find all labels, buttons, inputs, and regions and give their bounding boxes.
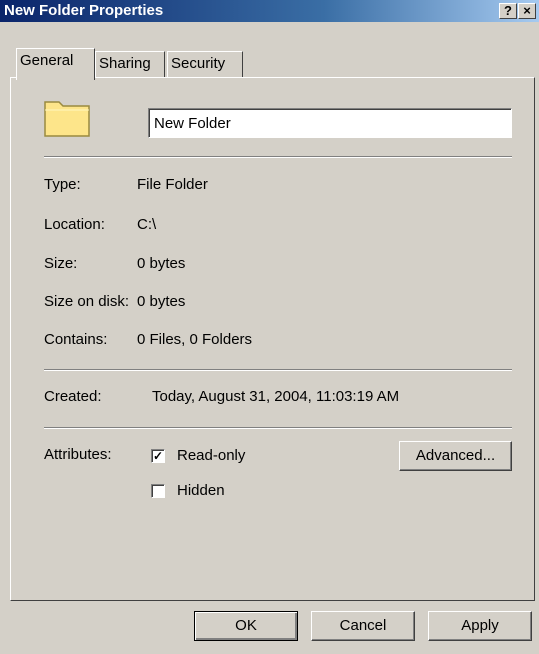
size-on-disk-label: Size on disk: [44, 293, 130, 310]
type-label: Type: [44, 176, 81, 193]
size-on-disk-value: 0 bytes [137, 293, 186, 310]
close-button[interactable]: × [518, 3, 536, 19]
tab-general[interactable]: General [16, 48, 95, 80]
created-label: Created: [44, 388, 102, 405]
cancel-button[interactable]: Cancel [311, 611, 415, 641]
divider [44, 369, 512, 371]
divider [44, 427, 512, 429]
advanced-button[interactable]: Advanced... [399, 441, 512, 471]
size-label: Size: [44, 255, 78, 272]
tab-security[interactable]: Security [167, 51, 243, 77]
type-value: File Folder [137, 176, 208, 193]
window-title: New Folder Properties [4, 2, 164, 19]
divider [44, 156, 512, 158]
help-button[interactable]: ? [499, 3, 517, 19]
readonly-label[interactable]: Read-only [177, 447, 245, 465]
location-value: C:\ [137, 216, 157, 233]
apply-button[interactable]: Apply [428, 611, 532, 641]
ok-button[interactable]: OK [194, 611, 298, 641]
folder-name-input[interactable] [150, 110, 508, 136]
hidden-checkbox[interactable] [151, 484, 165, 498]
contains-value: 0 Files, 0 Folders [137, 331, 253, 348]
folder-name-field[interactable] [148, 108, 512, 138]
created-value: Today, August 31, 2004, 11:03:19 AM [152, 388, 400, 405]
title-bar[interactable]: New Folder Properties ? × [0, 0, 539, 22]
hidden-label[interactable]: Hidden [177, 482, 225, 500]
size-value: 0 bytes [137, 255, 186, 272]
contains-label: Contains: [44, 331, 108, 348]
tab-security-label: Security [171, 55, 226, 72]
readonly-checkbox[interactable]: ✓ [151, 449, 165, 463]
tab-sharing[interactable]: Sharing [95, 51, 165, 77]
attributes-label: Attributes: [44, 446, 112, 463]
tab-sharing-label: Sharing [99, 55, 151, 72]
folder-icon [44, 101, 90, 137]
location-label: Location: [44, 216, 105, 233]
tab-general-label: General [20, 52, 74, 69]
